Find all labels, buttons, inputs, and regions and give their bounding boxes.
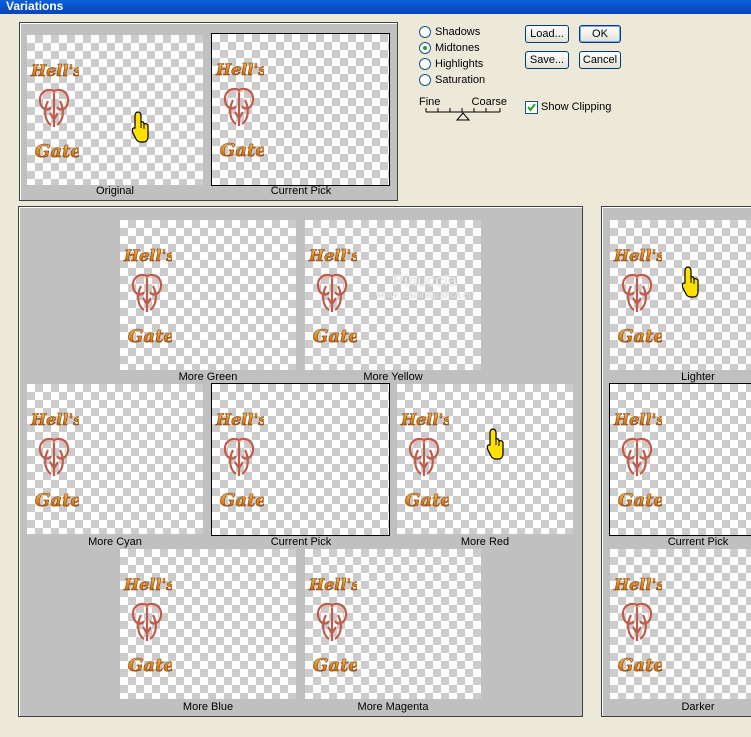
artwork-image <box>29 406 79 516</box>
current-pick-center-thumbnail[interactable] <box>211 383 390 536</box>
lighter-thumbnail[interactable] <box>610 220 751 370</box>
show-clipping-checkbox[interactable] <box>525 101 538 114</box>
more-magenta-thumbnail[interactable] <box>305 549 481 699</box>
window-title: Variations <box>6 0 64 13</box>
darker-caption: Darker <box>681 701 715 713</box>
load-button[interactable]: Load... <box>525 25 569 43</box>
artwork-image <box>612 406 662 516</box>
show-clipping-label: Show Clipping <box>541 101 612 113</box>
hue-variations-panel: More Green Pinuccia www.madiregrafica.eu… <box>18 206 583 717</box>
checkmark-icon <box>527 103 536 112</box>
artwork-image <box>307 242 357 352</box>
hand-cursor-icon <box>681 266 699 298</box>
current-pick-thumbnail[interactable] <box>211 33 390 186</box>
radio-saturation-label: Saturation <box>435 74 486 86</box>
more-magenta-caption: More Magenta <box>357 701 429 713</box>
more-red-thumbnail[interactable] <box>397 384 573 534</box>
original-caption: Original <box>96 185 134 197</box>
radio-midtones-button[interactable] <box>419 42 431 54</box>
current-pick-caption: Current Pick <box>270 185 332 197</box>
current-pick-brightness-caption: Current Pick <box>667 536 729 548</box>
current-pick-center-caption: Current Pick <box>270 536 332 548</box>
radio-highlights[interactable]: Highlights <box>419 56 483 72</box>
artwork-image <box>307 571 357 681</box>
radio-saturation[interactable]: Saturation <box>419 72 485 88</box>
more-green-caption: More Green <box>178 371 238 383</box>
more-blue-thumbnail[interactable] <box>120 549 296 699</box>
watermark-text: Pinuccia www.madiregrafica.eu <box>365 271 481 302</box>
slider-thumb[interactable] <box>455 112 471 121</box>
fine-coarse-slider[interactable] <box>424 106 504 122</box>
artwork-image <box>29 57 79 167</box>
hand-cursor-icon <box>486 428 504 460</box>
original-thumbnail <box>27 35 203 185</box>
more-yellow-thumbnail[interactable]: Pinuccia www.madiregrafica.eu <box>305 220 481 370</box>
more-green-thumbnail[interactable] <box>120 220 296 370</box>
more-blue-caption: More Blue <box>182 701 234 713</box>
radio-highlights-button[interactable] <box>419 58 431 70</box>
radio-midtones[interactable]: Midtones <box>419 40 480 56</box>
radio-highlights-label: Highlights <box>435 58 484 70</box>
radio-shadows[interactable]: Shadows <box>419 24 480 40</box>
current-pick-brightness-thumbnail[interactable] <box>609 383 751 536</box>
lighter-caption: Lighter <box>681 371 715 383</box>
title-bar: Variations <box>0 0 751 14</box>
radio-shadows-label: Shadows <box>435 26 481 38</box>
more-cyan-caption: More Cyan <box>88 536 142 548</box>
preview-panel: Original Current Pick <box>19 22 398 201</box>
artwork-image <box>399 406 449 516</box>
artwork-image <box>214 56 264 166</box>
brightness-panel: Lighter Current Pick Darker <box>601 206 751 717</box>
artwork-image <box>612 242 662 352</box>
more-yellow-caption: More Yellow <box>363 371 423 383</box>
watermark-line1: Pinuccia <box>392 271 458 290</box>
radio-saturation-button[interactable] <box>419 74 431 86</box>
artwork-image <box>122 242 172 352</box>
save-button[interactable]: Save... <box>525 51 569 69</box>
artwork-image <box>122 571 172 681</box>
hand-cursor-icon <box>131 111 149 143</box>
watermark-line2: www.madiregrafica.eu <box>375 290 475 301</box>
artwork-image <box>214 406 264 516</box>
artwork-image <box>612 571 662 681</box>
more-red-caption: More Red <box>460 536 510 548</box>
cancel-button[interactable]: Cancel <box>579 51 621 69</box>
radio-midtones-label: Midtones <box>435 42 480 54</box>
more-cyan-thumbnail[interactable] <box>27 384 203 534</box>
ok-button[interactable]: OK <box>579 25 621 43</box>
radio-shadows-button[interactable] <box>419 26 431 38</box>
darker-thumbnail[interactable] <box>610 549 751 699</box>
